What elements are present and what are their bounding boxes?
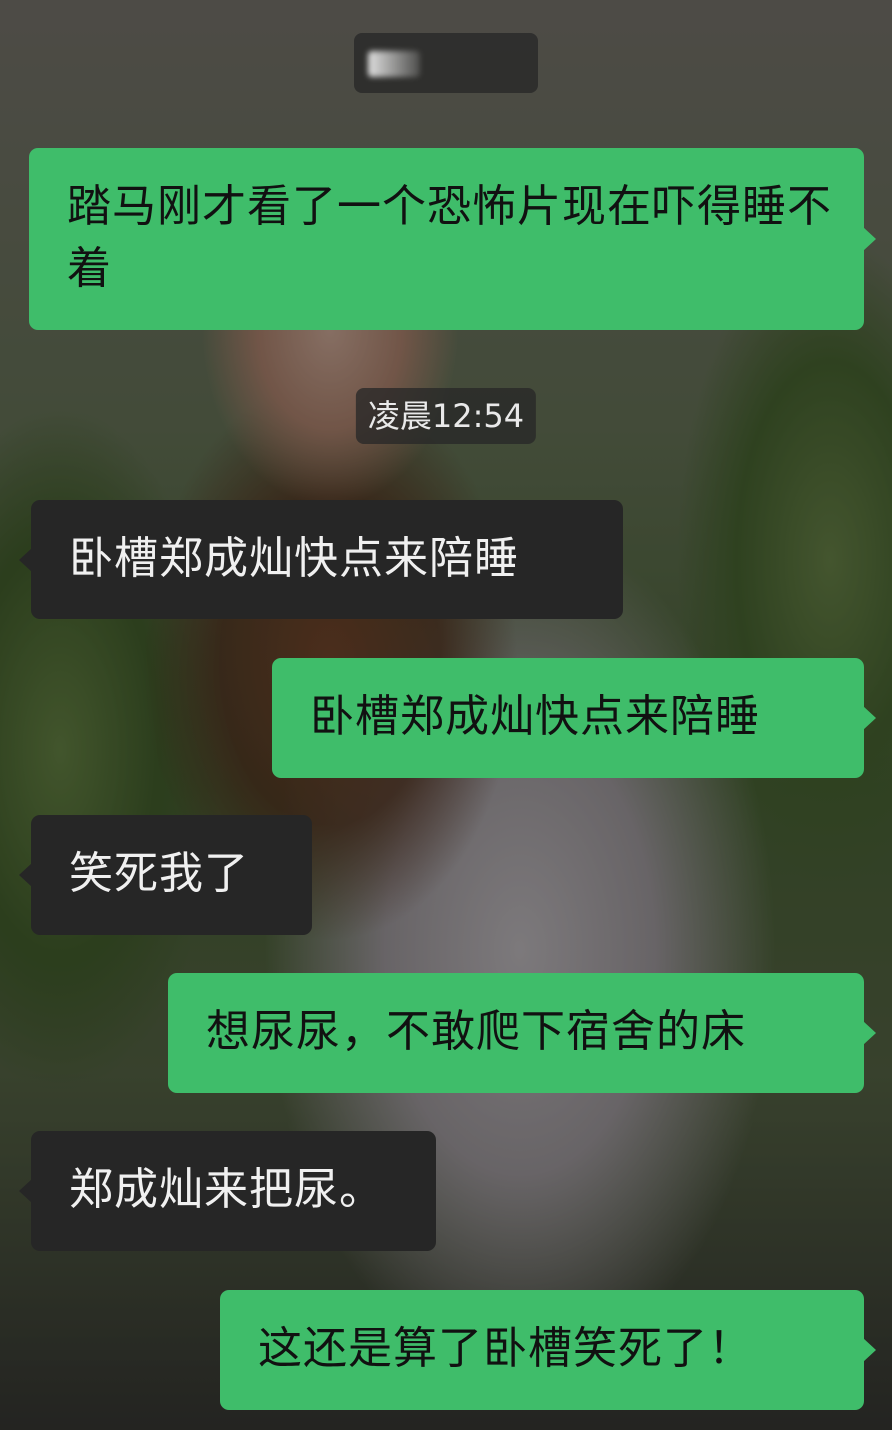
message-text: 踏马刚才看了一个恐怖片现在吓得睡不着 [67,181,832,294]
message-bubble-incoming[interactable]: 笑死我了 [19,815,312,935]
message-text: 卧槽郑成灿快点来陪睡 [310,691,760,742]
message-bubble-outgoing[interactable]: 踏马刚才看了一个恐怖片现在吓得睡不着 [29,148,876,330]
message-bubble-incoming[interactable]: 卧槽郑成灿快点来陪睡 [19,500,623,619]
message-text: 这还是算了卧槽笑死了！ [258,1323,753,1374]
blurred-name-text [368,51,420,77]
message-bubble-outgoing[interactable]: 想尿尿，不敢爬下宿舍的床 [168,973,876,1093]
message-text: 想尿尿，不敢爬下宿舍的床 [206,1006,746,1057]
message-text: 笑死我了 [69,848,249,899]
message-text: 郑成灿来把尿。 [69,1164,384,1215]
message-text: 卧槽郑成灿快点来陪睡 [69,533,519,584]
message-timestamp: 凌晨12:54 [355,388,537,444]
contact-name-blurred [354,33,538,93]
message-bubble-incoming[interactable]: 郑成灿来把尿。 [19,1131,436,1251]
message-bubble-outgoing[interactable]: 这还是算了卧槽笑死了！ [220,1290,876,1410]
message-bubble-outgoing[interactable]: 卧槽郑成灿快点来陪睡 [272,658,876,778]
